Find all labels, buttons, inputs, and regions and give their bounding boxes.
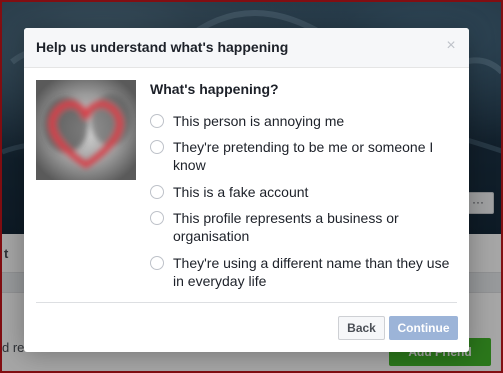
- option-label: This person is annoying me: [173, 113, 345, 129]
- radio-button[interactable]: [150, 185, 164, 199]
- back-button[interactable]: Back: [338, 316, 385, 340]
- continue-button[interactable]: Continue: [389, 316, 458, 340]
- question-heading: What's happening?: [150, 81, 279, 97]
- option-business[interactable]: This profile represents a business or or…: [150, 209, 460, 245]
- option-label: They're using a different name than they…: [173, 255, 450, 289]
- footer-divider: [36, 302, 457, 303]
- option-label: They're pretending to be me or someone I…: [173, 139, 434, 173]
- report-dialog: Help us understand what's happening × Wh…: [24, 28, 469, 352]
- option-fake-account[interactable]: This is a fake account: [150, 183, 460, 201]
- option-label: This profile represents a business or or…: [173, 210, 399, 244]
- radio-button[interactable]: [150, 211, 164, 225]
- heart-graphic-icon: [36, 80, 136, 180]
- option-different-name[interactable]: They're using a different name than they…: [150, 254, 460, 290]
- option-annoying[interactable]: This person is annoying me: [150, 112, 460, 130]
- close-icon[interactable]: ×: [443, 37, 459, 55]
- option-label: This is a fake account: [173, 184, 309, 200]
- radio-button[interactable]: [150, 140, 164, 154]
- option-pretending[interactable]: They're pretending to be me or someone I…: [150, 138, 460, 174]
- dialog-header: Help us understand what's happening ×: [24, 28, 469, 68]
- options-list: This person is annoying me They're prete…: [150, 112, 460, 290]
- radio-button[interactable]: [150, 256, 164, 270]
- radio-button[interactable]: [150, 114, 164, 128]
- profile-thumbnail: [36, 80, 136, 180]
- dialog-title: Help us understand what's happening: [36, 39, 289, 55]
